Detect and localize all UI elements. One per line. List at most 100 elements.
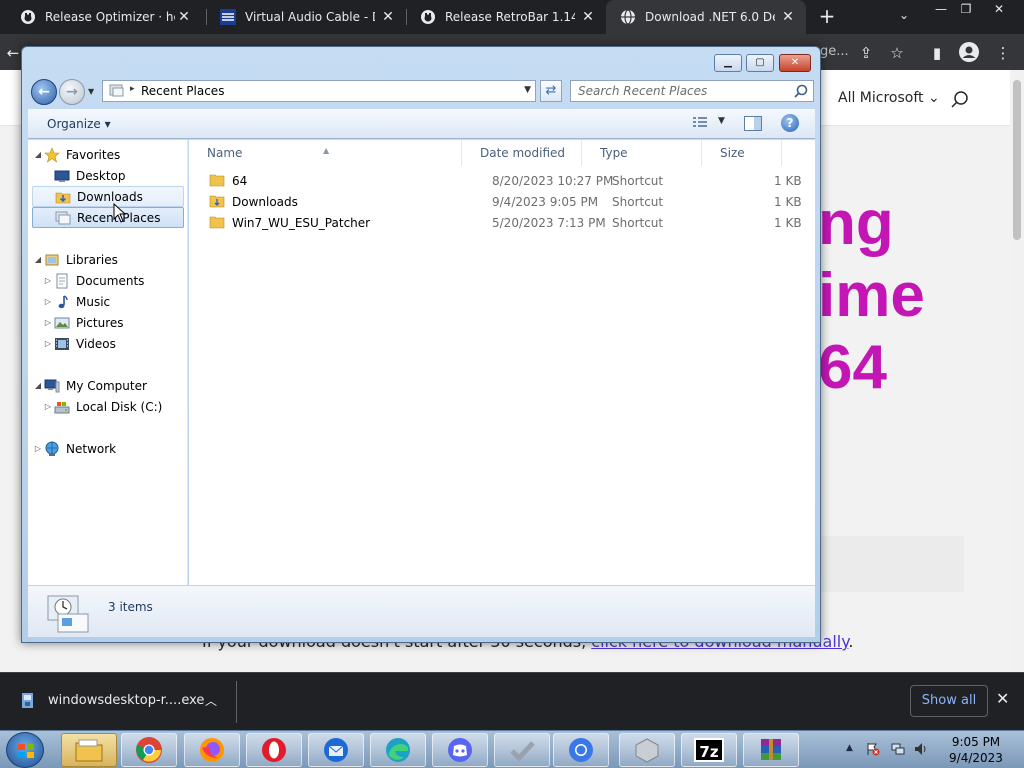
nav-desktop[interactable]: Desktop xyxy=(42,165,182,186)
column-header-type[interactable]: Type xyxy=(582,140,702,166)
expand-triangle-icon[interactable]: ▷ xyxy=(32,444,44,453)
heading-line: ime xyxy=(818,261,925,330)
expand-triangle-icon[interactable]: ▷ xyxy=(42,297,54,306)
taskbar-winrar[interactable] xyxy=(743,733,799,767)
taskbar-7zip[interactable]: 7z xyxy=(681,733,737,767)
expand-triangle-icon[interactable]: ▷ xyxy=(42,339,54,348)
tab-download-dotnet[interactable]: Download .NET 6.0 Deskto ✕ xyxy=(606,0,806,34)
close-icon[interactable]: ✕ xyxy=(996,689,1009,708)
network-tray-icon[interactable] xyxy=(891,742,905,756)
expand-triangle-icon[interactable]: ▷ xyxy=(42,402,54,411)
file-row[interactable]: Downloads 9/4/2023 9:05 PM Shortcut 1 KB xyxy=(205,192,802,213)
tab-release-optimizer[interactable]: Release Optimizer · hellzer ✕ xyxy=(6,0,202,34)
collapse-triangle-icon[interactable]: ◢ xyxy=(32,255,44,264)
nav-downloads[interactable]: Downloads xyxy=(32,186,184,207)
download-filename[interactable]: windowsdesktop-r....exe xyxy=(48,693,204,708)
breadcrumb[interactable]: Recent Places xyxy=(141,84,224,98)
tab-close-icon[interactable]: ✕ xyxy=(780,9,796,25)
folder-shortcut-icon xyxy=(209,215,225,229)
side-panel-icon[interactable]: ▮ xyxy=(926,42,948,64)
nav-favorites[interactable]: ◢ Favorites xyxy=(32,144,182,165)
tab-release-retrobar[interactable]: Release RetroBar 1.14 · dr ✕ xyxy=(406,0,606,34)
all-microsoft-menu[interactable]: All Microsoft ⌄ xyxy=(838,90,940,106)
column-header-size[interactable]: Size xyxy=(702,140,782,166)
forward-arrow-icon[interactable]: → xyxy=(59,79,85,105)
show-all-button[interactable]: Show all xyxy=(910,685,988,717)
address-dropdown-icon[interactable]: ▼ xyxy=(524,85,531,95)
taskbar-virtualbox[interactable] xyxy=(619,733,675,767)
search-icon[interactable] xyxy=(950,90,970,110)
minimize-icon[interactable]: ▁ xyxy=(714,54,742,72)
file-size: 1 KB xyxy=(774,174,802,188)
taskbar-discord[interactable] xyxy=(432,733,488,767)
nav-label: Music xyxy=(76,294,111,309)
start-orb-icon[interactable] xyxy=(6,732,44,768)
taskbar-edge[interactable] xyxy=(370,733,426,767)
recent-pages-dropdown-icon[interactable]: ▼ xyxy=(88,87,94,96)
bookmark-star-icon[interactable]: ☆ xyxy=(886,42,908,64)
column-header-name[interactable]: Name ▲ xyxy=(189,140,462,166)
tab-close-icon[interactable]: ✕ xyxy=(580,9,596,25)
collapse-triangle-icon[interactable]: ◢ xyxy=(32,381,44,390)
scrollbar-thumb[interactable] xyxy=(1013,80,1021,240)
github-icon xyxy=(20,9,36,25)
maximize-icon[interactable]: ▢ xyxy=(746,54,774,72)
help-icon[interactable]: ? xyxy=(781,114,799,132)
restore-icon[interactable]: ❐ xyxy=(951,0,981,18)
nav-pictures[interactable]: ▷ Pictures xyxy=(42,312,182,333)
new-tab-plus-icon[interactable]: + xyxy=(816,6,838,28)
nav-my-computer[interactable]: ◢ My Computer xyxy=(32,375,182,396)
taskbar-thunderbird[interactable] xyxy=(308,733,364,767)
nav-network[interactable]: ▷ Network xyxy=(32,438,182,459)
organize-menu[interactable]: Organize ▾ xyxy=(47,117,111,131)
expand-triangle-icon[interactable]: ▷ xyxy=(42,276,54,285)
page-scrollbar[interactable] xyxy=(1010,70,1024,672)
file-row[interactable]: Win7_WU_ESU_Patcher 5/20/2023 7:13 PM Sh… xyxy=(205,213,802,234)
taskbar-explorer[interactable] xyxy=(61,733,117,767)
recent-places-icon xyxy=(55,210,71,226)
tab-virtual-audio-cable[interactable]: Virtual Audio Cable - Down ✕ xyxy=(206,0,406,34)
views-dropdown-icon[interactable]: ▼ xyxy=(718,116,725,126)
search-input[interactable]: Search Recent Places xyxy=(570,80,814,102)
search-icon[interactable] xyxy=(794,84,808,98)
nav-recent-places[interactable]: Recent Places xyxy=(32,207,184,228)
browser-tab-strip: Release Optimizer · hellzer ✕ Virtual Au… xyxy=(0,0,1024,34)
collapse-triangle-icon[interactable]: ◢ xyxy=(32,150,44,159)
address-bar[interactable]: ▸ Recent Places ▼ xyxy=(102,80,536,102)
nav-documents[interactable]: ▷ Documents xyxy=(42,270,182,291)
taskbar-opera[interactable] xyxy=(246,733,302,767)
expand-triangle-icon[interactable]: ▷ xyxy=(42,318,54,327)
action-center-flag-icon[interactable] xyxy=(866,742,880,756)
volume-speaker-icon[interactable] xyxy=(914,742,928,756)
preview-pane-icon[interactable] xyxy=(744,116,762,131)
nav-videos[interactable]: ▷ Videos xyxy=(42,333,182,354)
file-row[interactable]: 64 8/20/2023 10:27 PM Shortcut 1 KB xyxy=(205,171,802,192)
taskbar-firefox[interactable] xyxy=(184,733,240,767)
taskbar-clock[interactable]: 9:05 PM 9/4/2023 xyxy=(940,734,1012,766)
chevron-up-icon[interactable]: ︿ xyxy=(205,692,217,709)
nav-music[interactable]: ▷ Music xyxy=(42,291,182,312)
back-arrow-icon[interactable]: ← xyxy=(31,79,57,105)
nav-local-disk[interactable]: ▷ Local Disk (C:) xyxy=(42,396,182,417)
breadcrumb-arrow-icon[interactable]: ▸ xyxy=(130,84,135,94)
profile-avatar-icon[interactable] xyxy=(958,42,980,64)
share-icon[interactable]: ⇪ xyxy=(855,42,877,64)
nav-libraries[interactable]: ◢ Libraries xyxy=(32,249,182,270)
taskbar-chromium[interactable] xyxy=(553,733,609,767)
refresh-icon[interactable]: ⇄ xyxy=(540,80,562,102)
taskbar-chrome[interactable] xyxy=(121,733,177,767)
omnibox-url-fragment[interactable]: ge... xyxy=(820,42,849,62)
kebab-menu-icon[interactable]: ⋮ xyxy=(992,42,1014,64)
taskbar-check-app[interactable] xyxy=(494,733,550,767)
globe-icon xyxy=(620,9,636,25)
pictures-icon xyxy=(54,315,70,331)
window-close-icon[interactable]: ✕ xyxy=(984,0,1014,18)
tab-close-icon[interactable]: ✕ xyxy=(176,9,192,25)
column-header-date[interactable]: Date modified xyxy=(462,140,582,166)
tab-search-chevron-icon[interactable]: ⌄ xyxy=(895,8,913,26)
firefox-icon xyxy=(200,738,224,762)
tab-close-icon[interactable]: ✕ xyxy=(380,9,396,25)
close-icon[interactable]: ✕ xyxy=(779,54,811,72)
views-menu[interactable]: ▼ xyxy=(692,116,728,132)
show-hidden-icons-triangle[interactable]: ▲ xyxy=(846,743,853,753)
